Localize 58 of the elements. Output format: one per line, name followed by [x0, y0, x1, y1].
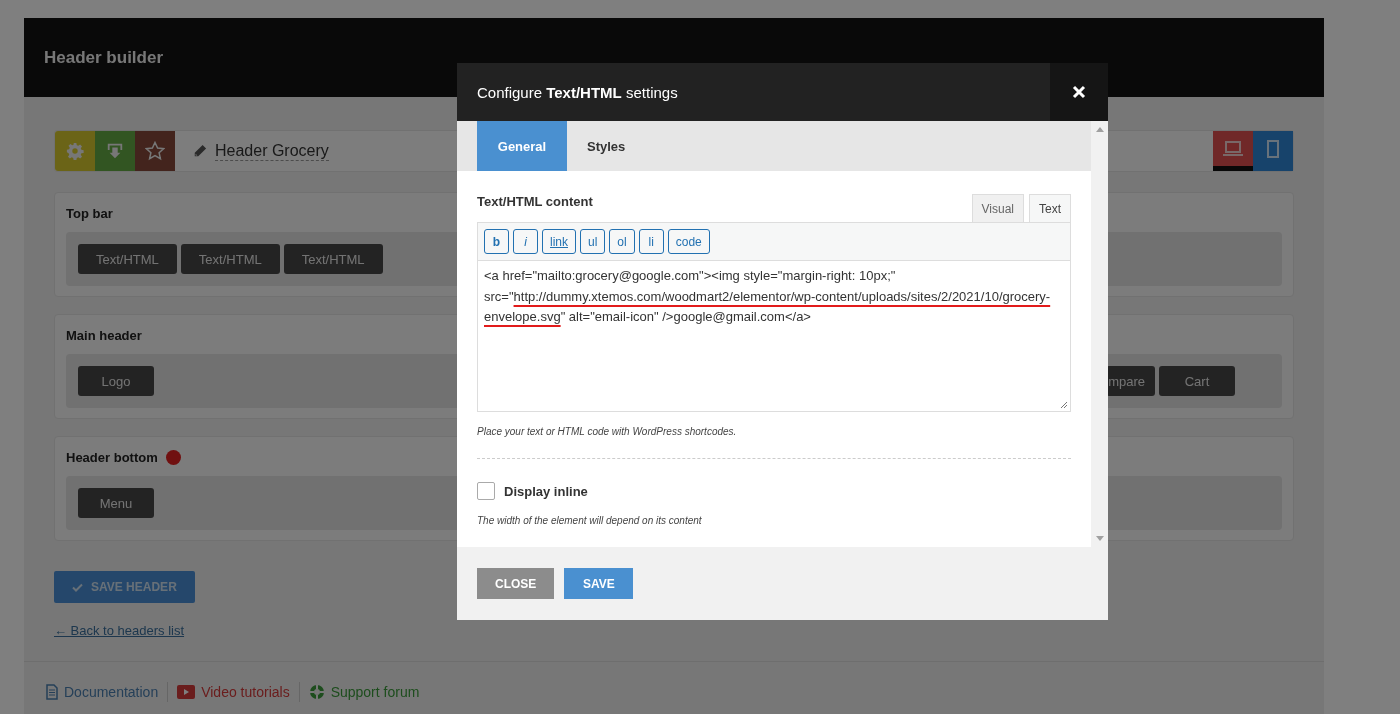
- format-button[interactable]: ul: [580, 229, 606, 254]
- star-button[interactable]: [135, 131, 175, 171]
- format-button[interactable]: ol: [609, 229, 635, 254]
- desktop-button[interactable]: [1213, 131, 1253, 171]
- section-title: Header bottom: [66, 449, 158, 465]
- pencil-icon: [193, 144, 207, 158]
- format-button[interactable]: code: [667, 229, 710, 254]
- element-button[interactable]: Text/HTML: [180, 244, 280, 274]
- document-icon: [46, 684, 58, 700]
- section-title: Top bar: [66, 205, 113, 221]
- checkbox-label: Display inline: [504, 483, 588, 499]
- back-link[interactable]: ← Back to headers list: [54, 623, 185, 638]
- element-button[interactable]: Cart: [1159, 366, 1235, 396]
- scroll-down-icon: [1095, 536, 1104, 541]
- code-editor-field[interactable]: <a href="mailto:grocery@google.com"><img style="margin-right: 10px;" src="http://dummy.xtemos.com/woodmart2/elementor/wp-content/uploads/sites/2/2021/10/grocery-envelope.svg" alt="email-icon" />google@gmail.com</a>: [477, 261, 1071, 412]
- settings-icon: [66, 142, 84, 160]
- save-button[interactable]: SAVE: [564, 568, 634, 599]
- field-label: Text/HTML content: [477, 194, 593, 209]
- mobile-button[interactable]: [1253, 131, 1293, 171]
- format-button[interactable]: li: [638, 229, 664, 254]
- editor-tab[interactable]: Text: [1029, 194, 1071, 222]
- close-text-button[interactable]: CLOSE: [477, 568, 555, 599]
- close-icon: [1072, 85, 1086, 99]
- lifebuoy-icon: [308, 684, 325, 700]
- download-icon: [106, 142, 124, 160]
- editor-tab[interactable]: Visual: [971, 194, 1024, 222]
- phone-icon: [1267, 139, 1279, 158]
- play-icon: [177, 685, 196, 699]
- page-title: Header builder: [44, 47, 164, 68]
- resize-grip-icon: [1060, 401, 1068, 409]
- tab[interactable]: Styles: [567, 121, 646, 171]
- section-title: Main header: [66, 327, 142, 343]
- import-button[interactable]: [95, 131, 135, 171]
- tab[interactable]: General: [477, 121, 567, 171]
- scrollbar[interactable]: [1091, 121, 1108, 547]
- footer-link[interactable]: Documentation: [46, 684, 159, 700]
- format-button[interactable]: b: [484, 229, 509, 254]
- footer-link[interactable]: Video tutorials: [177, 684, 290, 700]
- element-button[interactable]: mpare: [1106, 366, 1155, 396]
- close-button[interactable]: [1050, 63, 1108, 121]
- element-button[interactable]: Text/HTML: [283, 244, 383, 274]
- format-button[interactable]: i: [513, 229, 538, 254]
- option-hint: The width of the element will depend on its content: [477, 515, 703, 526]
- star-icon: [145, 141, 165, 161]
- header-name[interactable]: Header Grocery: [215, 141, 329, 161]
- format-button[interactable]: link: [542, 229, 576, 254]
- element-button[interactable]: Text/HTML: [78, 244, 177, 274]
- element-button[interactable]: Logo: [78, 366, 154, 396]
- scroll-up-icon: [1095, 127, 1104, 132]
- check-icon: [72, 582, 83, 592]
- settings-button[interactable]: [55, 131, 95, 171]
- element-button[interactable]: Menu: [78, 488, 154, 518]
- checkbox[interactable]: [477, 482, 495, 500]
- laptop-icon: [1223, 140, 1243, 157]
- dialog-title: Configure Text/HTML settings: [476, 83, 679, 101]
- field-hint: Place your text or HTML code with WordPress shortcodes.: [477, 426, 738, 437]
- footer-link[interactable]: Support forum: [308, 684, 420, 700]
- save-header-button[interactable]: SAVE HEADER: [54, 571, 195, 603]
